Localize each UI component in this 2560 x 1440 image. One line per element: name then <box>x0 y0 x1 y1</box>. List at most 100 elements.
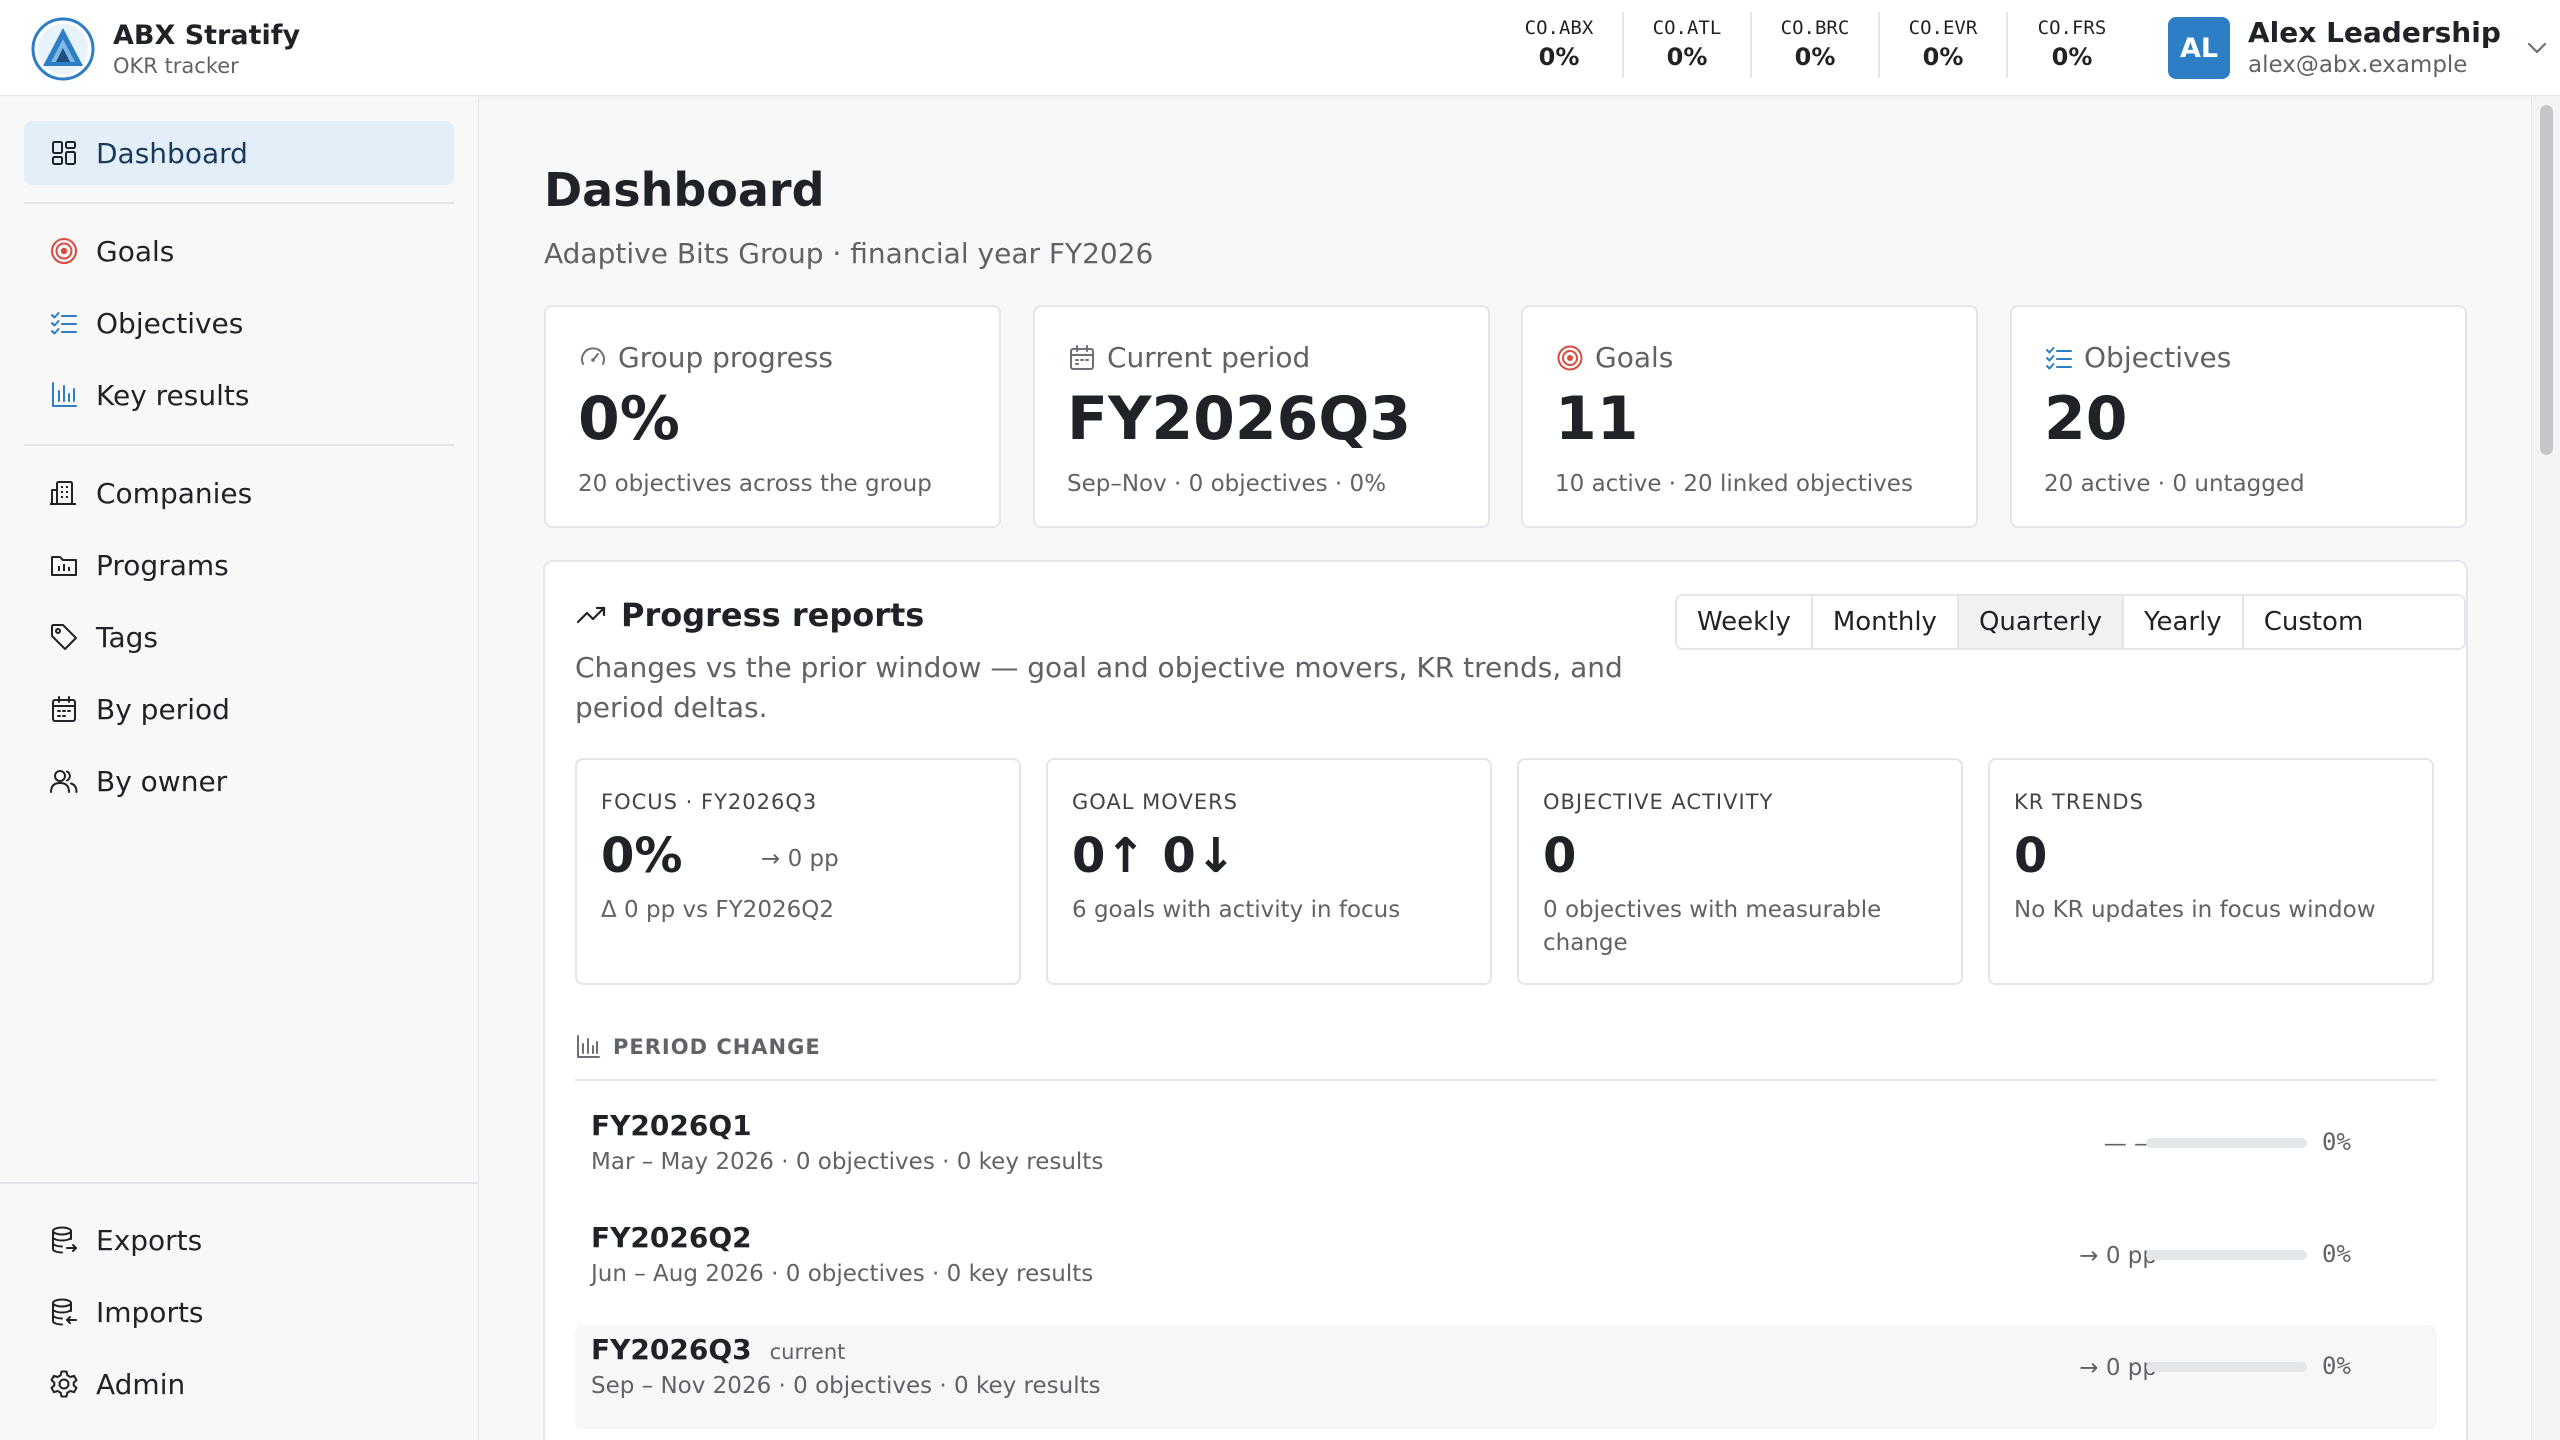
ticker-co-frs[interactable]: CO.FRS 0% <box>2008 12 2136 78</box>
sidebar-divider <box>24 202 454 204</box>
segment-quarterly[interactable]: Quarterly <box>1958 596 2125 648</box>
sidebar-item-label: Admin <box>96 1367 186 1401</box>
trending-up-icon <box>576 606 606 624</box>
tag-icon <box>51 624 77 650</box>
brand[interactable]: ABX Stratify OKR tracker <box>31 17 300 81</box>
user-email: alex@abx.example <box>2248 52 2468 78</box>
stat-card-goals[interactable]: Goals 11 10 active · 20 linked objective… <box>1521 305 1978 528</box>
ticker-code: CO.ATL <box>1652 17 1722 39</box>
stat-value: 20 <box>2044 384 2128 454</box>
metric-subtext: No KR updates in focus window <box>2014 897 2376 923</box>
sidebar-item-imports[interactable]: Imports <box>24 1280 454 1344</box>
avatar: AL <box>2168 17 2230 79</box>
target-icon <box>51 238 77 264</box>
sidebar-item-label: Programs <box>96 548 229 582</box>
period-name: FY2026Q1 <box>591 1109 752 1142</box>
stat-subtext: 20 active · 0 untagged <box>2044 471 2305 497</box>
dashboard-icon <box>52 141 76 165</box>
metric-label: OBJECTIVE ACTIVITY <box>1543 790 1774 814</box>
metric-subtext: Δ 0 pp vs FY2026Q2 <box>601 897 834 923</box>
metric-value: 0↑ 0↓ <box>1072 828 1236 884</box>
sidebar-item-objectives[interactable]: Objectives <box>24 291 454 355</box>
ticker-co-atl[interactable]: CO.ATL 0% <box>1624 12 1752 78</box>
reports-description: Changes vs the prior window — goal and o… <box>575 651 1623 724</box>
sidebar-item-by-period[interactable]: By period <box>24 677 454 741</box>
period-meta: Mar – May 2026 · 0 objectives · 0 key re… <box>591 1149 1104 1175</box>
sidebar-item-goals[interactable]: Goals <box>24 219 454 283</box>
page-subtitle: Adaptive Bits Group · financial year FY2… <box>544 237 1154 270</box>
bar-chart-icon <box>52 382 77 407</box>
stat-subtext: 10 active · 20 linked objectives <box>1555 471 1913 497</box>
ticker-code: CO.FRS <box>2037 17 2107 39</box>
ticker-value: 0% <box>1922 43 1964 71</box>
ticker-value: 0% <box>2051 43 2093 71</box>
period-progress-bar <box>2146 1250 2307 1260</box>
metric-delta: → 0 pp <box>761 846 839 872</box>
period-row[interactable]: FY2026Q2 Jun – Aug 2026 · 0 objectives ·… <box>575 1213 2437 1317</box>
period-row-current[interactable]: FY2026Q3 current Sep – Nov 2026 · 0 objec… <box>575 1325 2437 1429</box>
sidebar-item-dashboard[interactable]: Dashboard <box>24 121 454 185</box>
metric-value: 0% <box>601 828 683 884</box>
stat-value: 0% <box>578 384 680 454</box>
sidebar-item-label: Key results <box>96 378 250 412</box>
stat-card-group-progress[interactable]: Group progress 0% 20 objectives across t… <box>544 305 1001 528</box>
sidebar-item-label: Tags <box>96 620 158 654</box>
ticker-value: 0% <box>1538 43 1580 71</box>
scrollbar-thumb[interactable] <box>2540 105 2553 455</box>
metric-card-focus[interactable]: FOCUS · FY2026Q3 0% → 0 pp Δ 0 pp vs FY2… <box>575 758 1021 985</box>
segment-custom-period[interactable]: Custom Period <box>2244 596 2464 648</box>
period-name: FY2026Q3 <box>591 1333 752 1366</box>
period-progress-bar <box>2146 1362 2307 1372</box>
sidebar: Dashboard Goals Objectives Key results C… <box>0 97 479 1440</box>
period-row[interactable]: FY2026Q1 Mar – May 2026 · 0 objectives ·… <box>575 1101 2437 1205</box>
users-icon <box>50 770 78 793</box>
sidebar-item-programs[interactable]: Programs <box>24 533 454 597</box>
sidebar-item-admin[interactable]: Admin <box>24 1352 454 1416</box>
ticker-value: 0% <box>1666 43 1708 71</box>
sidebar-item-label: Companies <box>96 476 253 510</box>
stat-label: Current period <box>1107 341 1311 374</box>
sidebar-item-companies[interactable]: Companies <box>24 461 454 525</box>
ticker-co-brc[interactable]: CO.BRC 0% <box>1752 12 1880 78</box>
stat-label: Goals <box>1595 341 1674 374</box>
sidebar-item-label: Exports <box>96 1223 203 1257</box>
segment-monthly[interactable]: Monthly <box>1813 596 1959 648</box>
folder-icon <box>51 556 77 576</box>
calendar-icon <box>52 696 76 722</box>
main-content: Dashboard Adaptive Bits Group · financia… <box>480 97 2529 1440</box>
period-meta: Jun – Aug 2026 · 0 objectives · 0 key re… <box>591 1261 1094 1287</box>
sidebar-item-exports[interactable]: Exports <box>24 1208 454 1272</box>
database-import-icon <box>52 1298 77 1326</box>
ticker-value: 0% <box>1794 43 1836 71</box>
ticker-co-abx[interactable]: CO.ABX 0% <box>1496 12 1624 78</box>
scrollbar[interactable] <box>2531 97 2560 1440</box>
progress-reports-panel: Progress reports Changes vs the prior wi… <box>543 560 2468 1440</box>
stat-subtext: 20 objectives across the group <box>578 471 932 497</box>
reports-title: Progress reports <box>621 596 925 634</box>
segment-yearly[interactable]: Yearly <box>2124 596 2244 648</box>
sidebar-item-by-owner[interactable]: By owner <box>24 749 454 813</box>
checklist-icon <box>2046 346 2072 369</box>
metric-card-goal-movers[interactable]: GOAL MOVERS 0↑ 0↓ 6 goals with activity … <box>1046 758 1492 985</box>
segment-weekly[interactable]: Weekly <box>1677 596 1813 648</box>
metric-card-objective-activity[interactable]: OBJECTIVE ACTIVITY 0 0 objectives with m… <box>1517 758 1963 985</box>
database-export-icon <box>52 1226 77 1254</box>
user-name: Alex Leadership <box>2248 16 2501 49</box>
gauge-icon <box>581 346 605 365</box>
stat-subtext: Sep–Nov · 0 objectives · 0% <box>1067 471 1387 497</box>
sidebar-item-tags[interactable]: Tags <box>24 605 454 669</box>
metric-card-kr-trends[interactable]: KR TRENDS 0 No KR updates in focus windo… <box>1988 758 2434 985</box>
stat-card-objectives[interactable]: Objectives 20 20 active · 0 untagged <box>2010 305 2467 528</box>
bar-chart-icon <box>577 1035 600 1058</box>
sidebar-item-label: By owner <box>96 764 228 798</box>
ticker-co-evr[interactable]: CO.EVR 0% <box>1880 12 2008 78</box>
user-menu[interactable]: AL Alex Leadership alex@abx.example <box>2168 16 2551 80</box>
sidebar-item-label: Objectives <box>96 306 244 340</box>
divider <box>575 1079 2437 1081</box>
ticker-code: CO.BRC <box>1780 17 1850 39</box>
ticker-code: CO.EVR <box>1908 17 1978 39</box>
chevron-down-icon[interactable] <box>2523 34 2551 62</box>
stat-card-current-period[interactable]: Current period FY2026Q3 Sep–Nov · 0 obje… <box>1033 305 1490 528</box>
metric-subtext: 6 goals with activity in focus <box>1072 897 1401 923</box>
sidebar-item-key-results[interactable]: Key results <box>24 363 454 427</box>
